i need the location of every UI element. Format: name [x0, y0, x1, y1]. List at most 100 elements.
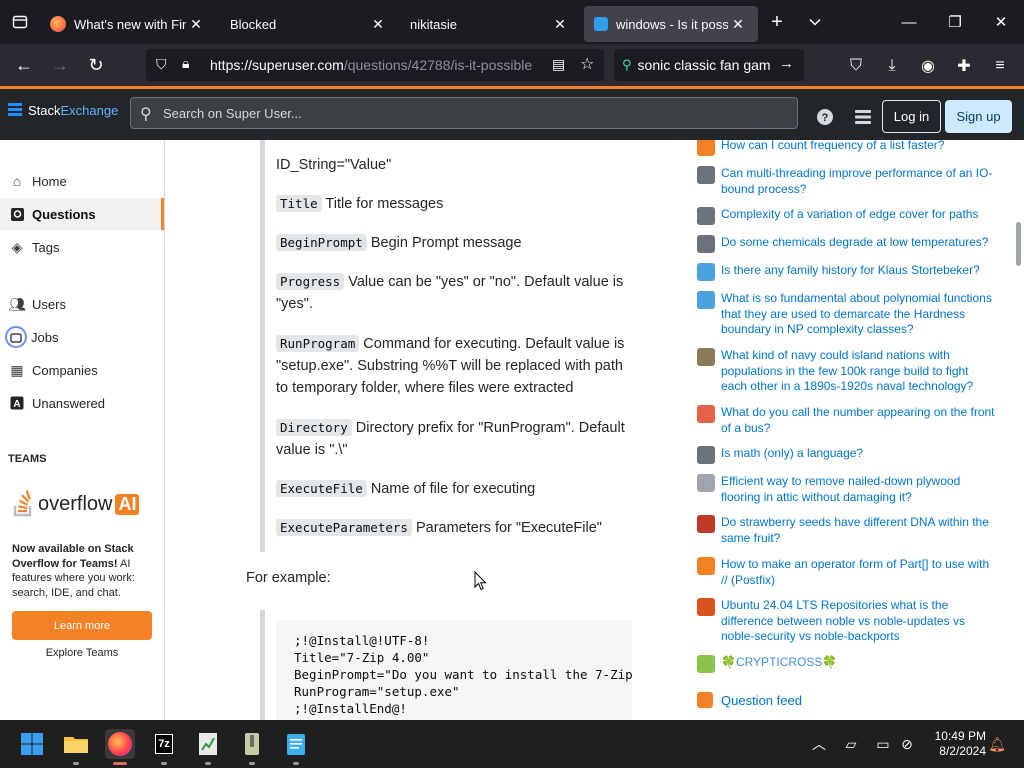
hot-question-link[interactable]: What do you call the number appearing on…	[721, 405, 997, 436]
maximize-button[interactable]: ❐	[932, 0, 978, 44]
site-switcher-icon[interactable]	[852, 106, 874, 128]
hot-question[interactable]: What do you call the number appearing on…	[697, 405, 997, 436]
display-icon[interactable]: ▭	[872, 734, 894, 754]
firefox-view-button[interactable]	[0, 0, 40, 44]
search-go-icon[interactable]: →	[779, 55, 794, 72]
hot-question[interactable]: Complexity of a variation of edge cover …	[697, 207, 997, 225]
hot-question-link[interactable]: What is so fundamental about polynomial …	[721, 291, 997, 338]
hot-question[interactable]: Is there any family history for Klaus St…	[697, 263, 997, 281]
taskbar-7zip[interactable]: 7z	[149, 729, 179, 765]
nav-questions[interactable]: Questions	[0, 198, 164, 230]
list-all-tabs-button[interactable]	[796, 0, 834, 44]
url-text[interactable]: https://superuser.com/questions/42788/is…	[210, 57, 540, 73]
nav-unanswered[interactable]: A Unanswered	[0, 387, 164, 419]
shield-icon[interactable]: ⛉	[156, 56, 167, 73]
downloads-icon[interactable]: ⤓	[880, 54, 904, 78]
unanswered-icon: A	[9, 395, 25, 411]
close-tab-icon[interactable]: ✕	[368, 16, 388, 33]
param-desc: Begin Prompt message	[370, 235, 522, 251]
tab-whats-new[interactable]: What's new with Firefox ✕	[40, 6, 216, 42]
taskbar-firefox[interactable]	[105, 729, 135, 765]
close-icon: ✕	[994, 14, 1008, 31]
account-icon[interactable]: ◉	[916, 54, 940, 78]
hot-question[interactable]: What kind of navy could island nations w…	[697, 348, 997, 395]
hot-question[interactable]: Ubuntu 24.04 LTS Repositories what is th…	[697, 598, 997, 645]
show-hidden-icons-button[interactable]: ︿	[808, 734, 830, 754]
lock-icon[interactable]: 🔒︎	[182, 55, 189, 72]
close-tab-icon[interactable]: ✕	[550, 16, 570, 33]
reader-view-icon[interactable]: ▤	[552, 56, 565, 73]
stack-exchange-logo[interactable]: Stack Exchange	[8, 103, 118, 118]
nav-tags[interactable]: ◈ Tags	[0, 231, 164, 263]
extensions-icon[interactable]: ✚	[952, 54, 976, 78]
tab-superuser[interactable]: windows - Is it possible ✕	[584, 6, 758, 42]
nav-questions-label: Questions	[32, 206, 96, 222]
hot-question-link[interactable]: How to make an operator form of Part[] t…	[721, 557, 997, 588]
search-bar[interactable]: ⚲ sonic classic fan gam →	[614, 49, 804, 81]
hot-question-link[interactable]: Can multi-threading improve performance …	[721, 166, 997, 197]
help-icon[interactable]: ?	[814, 106, 836, 128]
hot-question-link[interactable]: Efficient way to remove nailed-down plyw…	[721, 474, 997, 505]
hot-question-link[interactable]: Do strawberry seeds have different DNA w…	[721, 515, 997, 546]
hot-question-link[interactable]: Is math (only) a language?	[721, 446, 863, 464]
forward-button[interactable]: →	[42, 49, 78, 81]
close-tab-icon[interactable]: ✕	[728, 16, 748, 33]
page-scrollbar-thumb[interactable]	[1016, 222, 1021, 266]
menu-icon[interactable]: ≡	[988, 54, 1012, 78]
hot-question-link[interactable]: How can I count frequency of a list fast…	[721, 140, 944, 156]
hot-question-link[interactable]: Ubuntu 24.04 LTS Repositories what is th…	[721, 598, 997, 645]
taskbar-file-explorer[interactable]	[61, 729, 91, 765]
hot-question[interactable]: Do strawberry seeds have different DNA w…	[697, 515, 997, 546]
hot-question-link[interactable]: 🍀CRYPTICROSS🍀	[721, 655, 837, 673]
hot-question[interactable]: Do some chemicals degrade at low tempera…	[697, 235, 997, 253]
nav-users[interactable]: 👥︎ Users	[0, 288, 164, 320]
back-button[interactable]: ←	[6, 49, 42, 81]
taskbar-app-archive[interactable]	[237, 729, 267, 765]
volume-muted-icon[interactable]: ⊘	[896, 734, 918, 754]
tab-blocked[interactable]: Blocked ✕	[220, 6, 398, 42]
param-executeparameters: ExecuteParameters Parameters for "Execut…	[276, 517, 636, 539]
tab-nikitasie[interactable]: nikitasie ✕	[400, 6, 580, 42]
bookmark-star-icon[interactable]: ☆	[580, 54, 594, 74]
hot-question[interactable]: How to make an operator form of Part[] t…	[697, 557, 997, 588]
hot-question[interactable]: What is so fundamental about polynomial …	[697, 291, 997, 338]
explore-teams-link[interactable]: Explore Teams	[12, 647, 152, 659]
hot-question[interactable]: Efficient way to remove nailed-down plyw…	[697, 474, 997, 505]
site-icon	[697, 557, 715, 575]
hot-question-link[interactable]: Is there any family history for Klaus St…	[721, 263, 980, 281]
site-search-input[interactable]: ⚲ Search on Super User...	[130, 97, 798, 129]
learn-more-button[interactable]: Learn more	[12, 611, 152, 640]
search-text: sonic classic fan gam	[637, 57, 771, 73]
network-status-icon[interactable]: ▱	[840, 734, 862, 754]
tab-title: windows - Is it possible	[616, 16, 728, 32]
nav-companies[interactable]: ▦ Companies	[0, 354, 164, 386]
nav-jobs[interactable]: Jobs	[0, 321, 164, 353]
sign-up-button[interactable]: Sign up	[945, 100, 1012, 133]
new-tab-button[interactable]: +	[758, 0, 796, 44]
close-window-button[interactable]: ✕	[978, 0, 1024, 44]
log-in-button[interactable]: Log in	[882, 100, 941, 133]
tab-title: nikitasie	[410, 16, 457, 32]
hot-question-link[interactable]: What kind of navy could island nations w…	[721, 348, 997, 395]
minimize-button[interactable]: —	[886, 0, 932, 44]
hot-question[interactable]: Can multi-threading improve performance …	[697, 166, 997, 197]
notification-bell-icon[interactable]: 🔔︎	[986, 734, 1008, 754]
hot-question[interactable]: Is math (only) a language?	[697, 446, 997, 464]
nav-home[interactable]: ⌂ Home	[0, 165, 164, 197]
taskbar-app-green[interactable]	[193, 729, 223, 765]
question-feed-link[interactable]: Question feed	[697, 692, 802, 708]
close-tab-icon[interactable]: ✕	[186, 16, 206, 33]
system-clock[interactable]: 10:49 PM 8/2/2024	[926, 729, 986, 759]
pocket-icon[interactable]: ⛉	[844, 54, 868, 78]
start-button[interactable]	[17, 729, 47, 759]
hot-question[interactable]: How can I count frequency of a list fast…	[697, 140, 997, 156]
hot-question-link[interactable]: Complexity of a variation of edge cover …	[721, 207, 978, 225]
url-bar[interactable]: ⛉ 🔒︎ https://superuser.com/questions/427…	[146, 49, 604, 81]
hot-question-link[interactable]: Do some chemicals degrade at low tempera…	[721, 235, 988, 253]
taskbar-notepad[interactable]	[281, 729, 311, 765]
site-icon	[697, 207, 715, 225]
param-beginprompt: BeginPrompt Begin Prompt message	[276, 232, 636, 254]
hot-question[interactable]: 🍀CRYPTICROSS🍀	[697, 655, 997, 673]
reload-button[interactable]: ↻	[78, 49, 114, 81]
tag-icon: ◈	[11, 238, 23, 255]
